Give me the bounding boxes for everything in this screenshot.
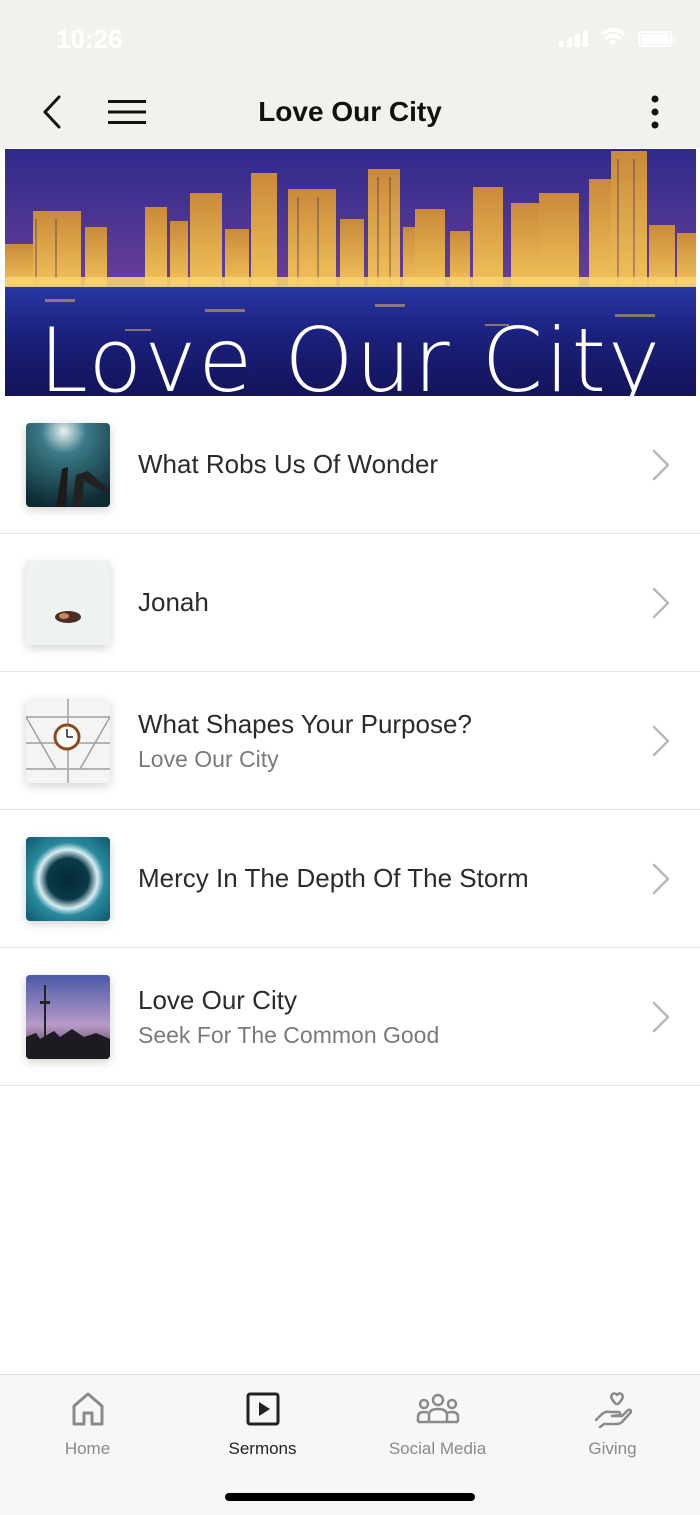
play-square-icon <box>246 1392 279 1426</box>
sermon-series: Seek For The Common Good <box>138 1021 440 1048</box>
sermon-title: Jonah <box>138 587 209 617</box>
more-vertical-icon <box>651 95 659 129</box>
chevron-right-icon <box>652 863 670 895</box>
tab-label: Social Media <box>388 1439 487 1458</box>
list-item[interactable]: Love Our City Seek For The Common Good <box>0 948 700 1086</box>
tab-sermons[interactable]: Sermons <box>175 1389 350 1469</box>
list-item[interactable]: What Robs Us Of Wonder <box>0 396 700 534</box>
battery-icon <box>638 31 675 47</box>
chevron-right-icon <box>652 587 670 619</box>
home-indicator <box>225 1493 475 1501</box>
sermon-title: What Shapes Your Purpose? <box>138 708 472 739</box>
sermon-list: What Robs Us Of Wonder Jonah What Shapes… <box>0 396 700 1086</box>
sermon-thumbnail <box>26 975 110 1059</box>
list-item[interactable]: Jonah <box>0 534 700 672</box>
chevron-right-icon <box>652 449 670 481</box>
chevron-right-icon <box>652 725 670 757</box>
sermon-thumbnail <box>26 423 110 507</box>
tab-label: Giving <box>588 1439 637 1458</box>
sermon-title: What Robs Us Of Wonder <box>138 449 439 479</box>
page-title: Love Our City <box>258 96 442 127</box>
giving-hand-icon <box>594 1392 632 1428</box>
list-item[interactable]: Mercy In The Depth Of The Storm <box>0 810 700 948</box>
tab-home[interactable]: Home <box>0 1389 175 1469</box>
sermon-title: Love Our City <box>138 984 297 1015</box>
sermon-thumbnail <box>26 837 110 921</box>
tab-label: Home <box>64 1439 111 1458</box>
chevron-right-icon <box>652 1001 670 1033</box>
status-bar: 10:26 <box>0 0 700 78</box>
banner-image: Love Our City <box>5 149 696 396</box>
cellular-signal-icon <box>559 29 588 47</box>
tab-label: Sermons <box>228 1439 297 1458</box>
status-time: 10:26 <box>56 24 123 54</box>
status-icons <box>559 28 675 47</box>
sermon-title: Mercy In The Depth Of The Storm <box>138 863 529 893</box>
wifi-icon <box>600 28 626 46</box>
people-icon <box>416 1393 459 1424</box>
sermon-series: Love Our City <box>138 745 279 772</box>
list-item[interactable]: What Shapes Your Purpose? Love Our City <box>0 672 700 810</box>
banner-title: Love Our City <box>38 309 663 396</box>
top-nav-bar: Love Our City <box>0 78 700 148</box>
tab-giving[interactable]: Giving <box>525 1389 700 1469</box>
sermon-thumbnail <box>26 561 110 645</box>
more-options-button[interactable] <box>640 90 670 134</box>
sermon-thumbnail <box>26 699 110 783</box>
tab-social-media[interactable]: Social Media <box>350 1389 525 1469</box>
home-icon <box>72 1392 103 1426</box>
